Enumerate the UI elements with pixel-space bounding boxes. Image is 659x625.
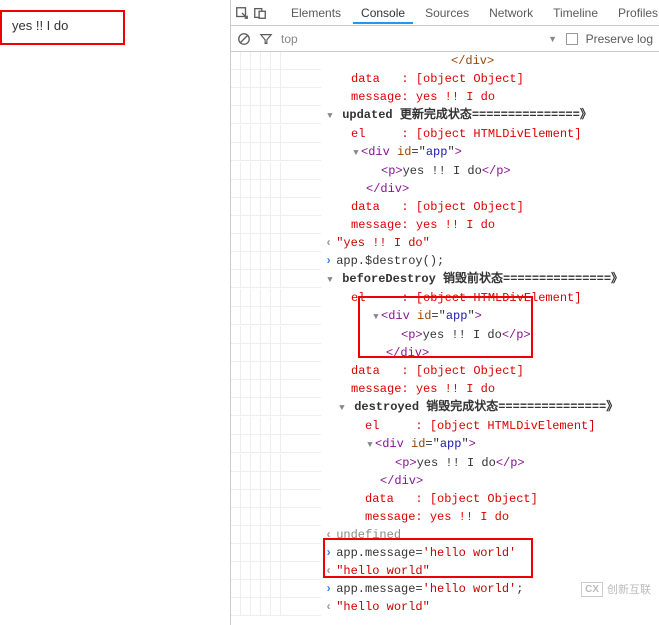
watermark-text: 创新互联 [607, 581, 651, 597]
watermark-logo: CX [581, 582, 603, 597]
repl-input[interactable]: app.$destroy(); [321, 252, 659, 270]
log-line: data : [object Object] [321, 490, 659, 508]
input-prompt-icon [325, 254, 336, 268]
disclosure-triangle-icon[interactable] [365, 435, 375, 454]
input-prompt-icon [325, 582, 336, 596]
devtools-toolbar: Elements Console Sources Network Timelin… [231, 0, 659, 26]
repl-output: "hello world" [321, 562, 659, 580]
preserve-log-label: Preserve log [586, 32, 653, 46]
log-line: <p>yes !! I do</p> [321, 326, 659, 344]
tab-network[interactable]: Network [481, 2, 541, 24]
disclosure-triangle-icon[interactable] [371, 307, 381, 326]
context-selector[interactable]: top [281, 32, 298, 46]
disclosure-triangle-icon[interactable] [325, 270, 335, 289]
tab-elements[interactable]: Elements [283, 2, 349, 24]
log-group-destroyed[interactable]: destroyed 销毁完成状态===============》 [321, 398, 659, 417]
tab-timeline[interactable]: Timeline [545, 2, 606, 24]
repl-input[interactable]: app.message='hello world' [321, 544, 659, 562]
log-line: </div> [321, 344, 659, 362]
tab-profiles[interactable]: Profiles [610, 2, 659, 24]
log-line: </div> [321, 52, 659, 70]
repl-output: undefined [321, 526, 659, 544]
repl-output: "yes !! I do" [321, 234, 659, 252]
disclosure-triangle-icon[interactable] [325, 106, 335, 125]
log-line: el : [object HTMLDivElement] [321, 125, 659, 143]
input-prompt-icon [325, 546, 336, 560]
log-line: <p>yes !! I do</p> [321, 454, 659, 472]
tab-console[interactable]: Console [353, 2, 413, 24]
preserve-log-checkbox[interactable] [566, 33, 578, 45]
log-line: message: yes !! I do [321, 216, 659, 234]
app-output-box: yes !! I do [0, 10, 125, 45]
dropdown-icon[interactable] [548, 34, 558, 44]
log-line: data : [object Object] [321, 362, 659, 380]
output-prompt-icon [325, 564, 336, 578]
log-line: message: yes !! I do [321, 508, 659, 526]
log-group-beforedestroy[interactable]: beforeDestroy 销毁前状态===============》 [321, 270, 659, 289]
tab-sources[interactable]: Sources [417, 2, 477, 24]
log-line: el : [object HTMLDivElement] [321, 289, 659, 307]
device-mode-icon[interactable] [253, 6, 267, 20]
output-prompt-icon [325, 600, 336, 614]
inspect-element-icon[interactable] [235, 6, 249, 20]
log-group-updated[interactable]: updated 更新完成状态===============》 [321, 106, 659, 125]
output-prompt-icon [325, 236, 336, 250]
output-prompt-icon [325, 528, 336, 542]
disclosure-triangle-icon[interactable] [351, 143, 361, 162]
app-output-text: yes !! I do [12, 18, 68, 33]
log-dom-node[interactable]: <div id="app"> [321, 435, 659, 454]
log-dom-node[interactable]: <div id="app"> [321, 143, 659, 162]
log-line: </div> [321, 472, 659, 490]
filter-icon[interactable] [259, 32, 273, 46]
devtools-panel: Elements Console Sources Network Timelin… [230, 0, 659, 625]
log-dom-node[interactable]: <div id="app"> [321, 307, 659, 326]
log-line: data : [object Object] [321, 198, 659, 216]
console-subbar: top Preserve log [231, 26, 659, 52]
repl-output: "hello world" [321, 598, 659, 616]
clear-console-icon[interactable] [237, 32, 251, 46]
log-line: <p>yes !! I do</p> [321, 162, 659, 180]
log-line: message: yes !! I do [321, 380, 659, 398]
console-output[interactable]: </div> data : [object Object] message: y… [231, 52, 659, 625]
disclosure-triangle-icon[interactable] [337, 398, 347, 417]
log-line: message: yes !! I do [321, 88, 659, 106]
watermark: CX 创新互联 [581, 581, 651, 597]
log-line: el : [object HTMLDivElement] [321, 417, 659, 435]
log-line: data : [object Object] [321, 70, 659, 88]
log-line: </div> [321, 180, 659, 198]
